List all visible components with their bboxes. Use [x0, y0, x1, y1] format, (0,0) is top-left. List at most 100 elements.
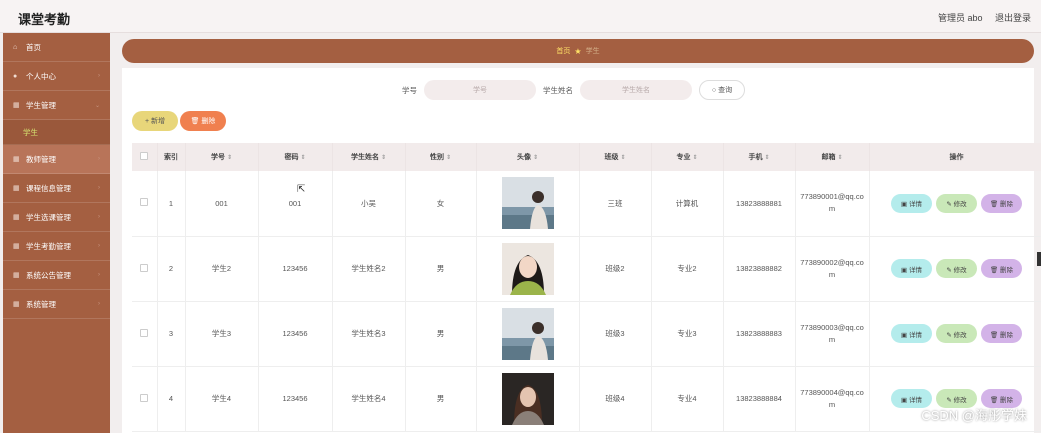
chevron-icon: › [98, 272, 100, 278]
cell-student-no: 001 [185, 171, 259, 237]
select-all-checkbox[interactable] [140, 152, 149, 160]
column-header-password[interactable]: 密码 ⇕ [258, 143, 333, 171]
row-checkbox[interactable] [140, 263, 149, 272]
cell-password: 123456 [258, 301, 333, 367]
add-button[interactable]: + 新增 [132, 111, 178, 131]
cell-gender: 男 [405, 366, 477, 432]
logout-link[interactable]: 退出登录 [995, 13, 1031, 23]
chevron-icon: › [98, 301, 100, 307]
avatar[interactable] [501, 307, 554, 360]
edit-button[interactable]: ✎ 修改 [936, 324, 977, 343]
column-header-student-no[interactable]: 学号 ⇕ [185, 143, 259, 171]
delete-button[interactable]: 🗑 删除 [180, 111, 226, 131]
sort-icon: ⇕ [380, 155, 387, 161]
cell-major: 专业2 [651, 236, 724, 302]
grid-icon: ▦ [13, 184, 20, 192]
main-panel: 学号 学生姓名 ○ 查询 + 新增 🗑 删除 索引 学号⇕ 密码⇕ 学生姓名⇕ … [122, 68, 1041, 433]
cell-actions: ▣ 详情 ✎ 修改 🗑 删除 [869, 171, 1041, 237]
select-all-cell [132, 143, 158, 171]
action-bar: + 新增 🗑 删除 [132, 111, 226, 131]
sort-icon: ⇕ [764, 155, 770, 161]
watermark: CSDN @海彤学妹 [921, 408, 1027, 423]
table-header-row: 索引 学号 ⇕ 密码 ⇕ 学生姓名 ⇕ 性别 ⇕ 头像 ⇕ 班级 ⇕ 专业 ⇕ 手机 ⇕ 邮箱 ⇕… [132, 143, 1041, 171]
sidebar-item-home[interactable]: ⌂ 首页 [3, 33, 110, 62]
detail-button[interactable]: ▣ 详情 [891, 259, 932, 278]
cell-name: 学生姓名4 [332, 366, 406, 432]
cell-student-no: 学生2 [185, 236, 259, 302]
detail-button[interactable]: ▣ 详情 [891, 324, 932, 343]
cell-actions: ▣ 详情 ✎ 修改 🗑 删除 [869, 236, 1041, 302]
cell-index: 4 [157, 366, 186, 432]
user-menu: 管理员 abo 退出登录 [928, 11, 1031, 24]
cell-index: 2 [157, 236, 186, 302]
chevron-icon: › [98, 214, 100, 220]
cell-phone: 13823888882 [723, 236, 796, 302]
column-header-name[interactable]: 学生姓名 ⇕ [332, 143, 406, 171]
scroll-handle[interactable] [1037, 252, 1041, 266]
cell-gender: 男 [405, 236, 477, 302]
sidebar-subitem-student[interactable]: 学生 [3, 120, 110, 145]
sidebar-item-course-selection[interactable]: ▦ 学生选课管理 › [3, 203, 110, 232]
student-no-input[interactable] [424, 80, 536, 100]
sidebar-item-label: 首页 [26, 42, 41, 52]
column-header-class[interactable]: 班级 ⇕ [579, 143, 652, 171]
sidebar-item-attendance[interactable]: ▦ 学生考勤管理 › [3, 232, 110, 261]
sidebar-item-teacher-mgmt[interactable]: ▦ 教师管理 › [3, 145, 110, 174]
row-checkbox[interactable] [140, 198, 149, 207]
column-header-avatar[interactable]: 头像 ⇕ [476, 143, 580, 171]
student-name-input[interactable] [580, 80, 692, 100]
sidebar-item-profile[interactable]: ● 个人中心 › [3, 62, 110, 91]
row-checkbox[interactable] [140, 393, 149, 402]
grid-icon: ▦ [13, 242, 20, 250]
sort-icon: ⇕ [226, 155, 233, 161]
cell-gender: 男 [405, 301, 477, 367]
sort-icon: ⇕ [620, 155, 626, 161]
cell-email: 773890003@qq.com [795, 301, 870, 367]
cell-name: 小吴 [332, 171, 406, 237]
avatar[interactable] [501, 177, 554, 230]
table-row: 4 学生4 123456 学生姓名4 男 班级4 专业4 13823888884… [132, 366, 1041, 432]
sidebar-item-system[interactable]: ▦ 系统管理 › [3, 290, 110, 319]
cell-class: 班级4 [579, 366, 652, 432]
query-button[interactable]: ○ 查询 [699, 80, 745, 100]
cell-gender: 女 [405, 171, 477, 237]
cell-email: 773890001@qq.com [795, 171, 870, 237]
sidebar-item-announcements[interactable]: ▦ 系统公告管理 › [3, 261, 110, 290]
column-header-major[interactable]: 专业 ⇕ [651, 143, 724, 171]
row-checkbox[interactable] [140, 328, 149, 337]
cell-phone: 13823888884 [723, 366, 796, 432]
breadcrumb-home[interactable]: 首页 [556, 46, 570, 56]
cell-email: 773890004@qq.com [795, 366, 870, 432]
detail-button[interactable]: ▣ 详情 [891, 193, 932, 213]
chevron-down-icon: ⌄ [94, 103, 100, 109]
edit-button[interactable]: ✎ 修改 [936, 259, 977, 278]
column-header-index: 索引 [157, 143, 186, 171]
table-row: 3 学生3 123456 学生姓名3 男 班级3 专业3 13823888883… [132, 301, 1041, 367]
row-delete-button[interactable]: 🗑 删除 [981, 259, 1022, 278]
grid-icon: ▦ [13, 271, 20, 279]
sidebar-item-student-mgmt[interactable]: ▦ 学生管理 ⌄ [3, 91, 110, 120]
cell-class: 三班 [579, 171, 652, 237]
student-no-label: 学号 [402, 85, 417, 95]
column-header-email[interactable]: 邮箱 ⇕ [795, 143, 870, 171]
sidebar-item-label: 学生管理 [26, 100, 56, 110]
chevron-icon: › [98, 243, 100, 249]
avatar[interactable] [501, 372, 554, 425]
student-name-label: 学生姓名 [543, 85, 573, 95]
row-delete-button[interactable]: 🗑 删除 [981, 324, 1022, 343]
column-header-gender[interactable]: 性别 ⇕ [405, 143, 477, 171]
sidebar-item-label: 课程信息管理 [26, 183, 71, 193]
cell-actions: ▣ 详情 ✎ 修改 🗑 删除 [869, 301, 1041, 367]
sort-icon: ⇕ [837, 155, 843, 161]
column-header-phone[interactable]: 手机 ⇕ [723, 143, 796, 171]
cell-avatar [476, 236, 580, 302]
chevron-icon: › [98, 185, 100, 191]
avatar[interactable] [501, 242, 554, 295]
admin-user-label[interactable]: 管理员 abo [938, 13, 983, 23]
star-icon: ★ [574, 46, 582, 56]
edit-button[interactable]: ✎ 修改 [936, 193, 977, 213]
sidebar-item-course-info[interactable]: ▦ 课程信息管理 › [3, 174, 110, 203]
cell-email: 773890002@qq.com [795, 236, 870, 302]
row-delete-button[interactable]: 🗑 删除 [981, 193, 1022, 213]
table-row: 2 学生2 123456 学生姓名2 男 班级2 专业2 13823888882… [132, 236, 1041, 302]
